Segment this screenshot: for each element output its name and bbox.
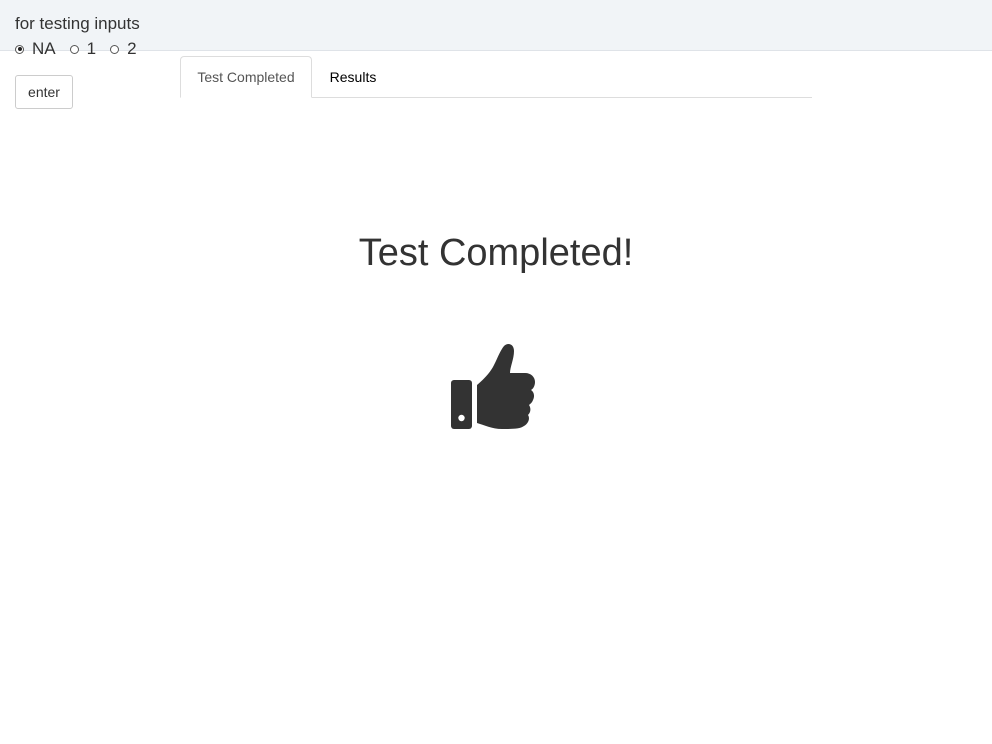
radio-button-1[interactable] [69,44,79,54]
radio-option-na[interactable]: NA [15,39,56,59]
radio-button-2[interactable] [110,44,120,54]
radio-option-2[interactable]: 2 [110,39,137,59]
page-title: Test Completed! [358,232,634,274]
tab-bar: Test Completed Results [180,56,812,98]
radio-option-1[interactable]: 1 [69,39,97,59]
input-label: for testing inputs [15,14,140,33]
enter-button[interactable]: enter [15,75,73,109]
tab-results[interactable]: Results [312,56,394,98]
thumbs-up-icon [451,343,535,429]
radio-label-2: 2 [127,39,137,58]
radio-group: NA 1 2 [15,39,151,59]
radio-label-na: NA [32,39,56,58]
radio-label-1: 1 [86,39,97,58]
radio-button-na[interactable] [15,44,24,54]
tab-test-completed[interactable]: Test Completed [180,56,312,98]
